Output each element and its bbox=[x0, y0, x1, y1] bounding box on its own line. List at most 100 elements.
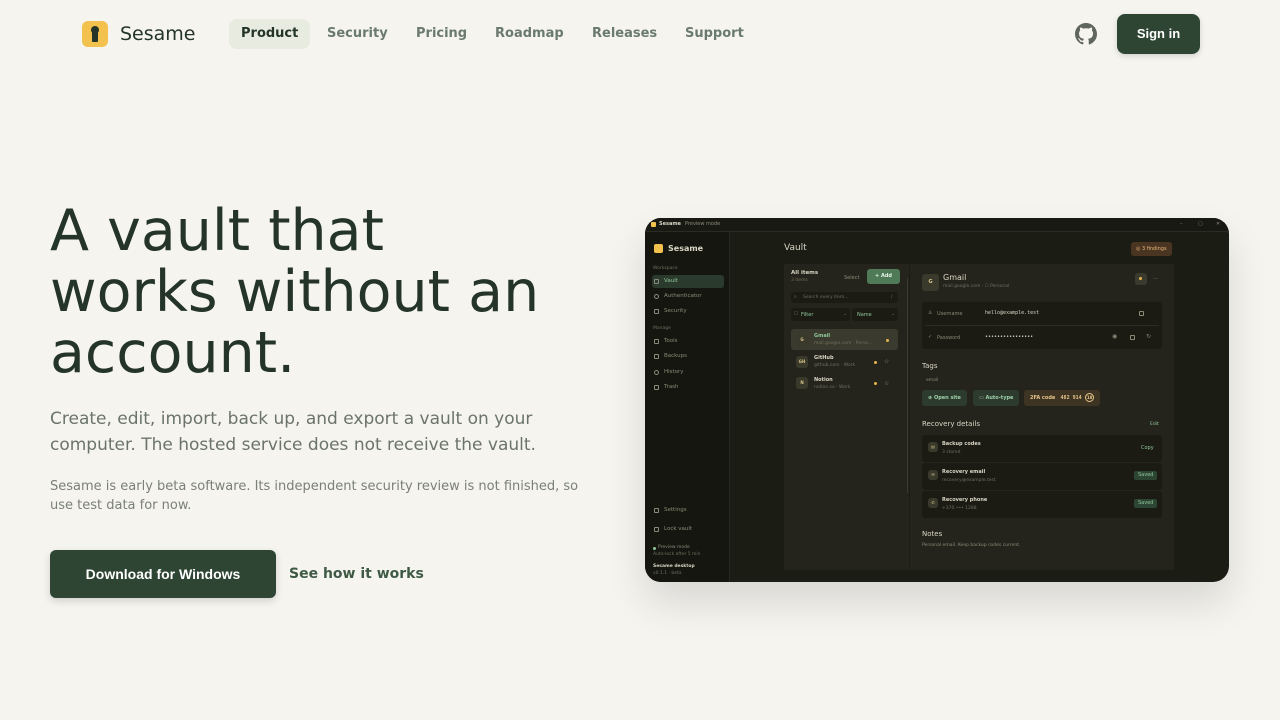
settings-icon bbox=[654, 508, 659, 513]
autolock-label: Auto-lock after 5 min bbox=[653, 552, 701, 557]
password-label: Password bbox=[937, 335, 961, 341]
lock-icon bbox=[654, 527, 659, 532]
hero-subtitle: Create, edit, import, back up, and expor… bbox=[50, 409, 536, 455]
close-icon[interactable]: ✕ bbox=[1216, 221, 1220, 227]
desktop-label: Sesame desktop bbox=[653, 564, 695, 569]
generate-icon[interactable]: ↻ bbox=[1146, 333, 1151, 340]
detail-avatar: G bbox=[922, 274, 939, 291]
keyhole-logo-icon[interactable] bbox=[82, 21, 108, 47]
nav-roadmap[interactable]: Roadmap bbox=[483, 19, 576, 49]
maximize-icon[interactable]: ▢ bbox=[1198, 221, 1203, 227]
recovery-sub: recovery@example.test bbox=[942, 478, 996, 483]
sidebar-item-authenticator[interactable]: Authenticator bbox=[664, 293, 702, 299]
nav-releases[interactable]: Releases bbox=[580, 19, 669, 49]
list-item-name[interactable]: GitHub bbox=[814, 355, 834, 361]
sidebar-item-security[interactable]: Security bbox=[664, 308, 687, 314]
search-shortcut-key: / bbox=[891, 295, 893, 300]
authenticator-icon bbox=[654, 294, 659, 299]
sidebar-item-trash[interactable]: Trash bbox=[664, 384, 679, 390]
lock-vault-button[interactable]: Lock vault bbox=[664, 526, 692, 532]
trash-icon bbox=[654, 385, 659, 390]
username-value[interactable]: hello@example.test bbox=[985, 310, 1039, 316]
nav-product[interactable]: Product bbox=[229, 19, 311, 49]
list-item-sub: mail.google.com · Perso... bbox=[814, 341, 873, 346]
mail-icon: ✉ bbox=[928, 470, 938, 480]
favorite-dot-icon bbox=[1139, 277, 1142, 280]
favorite-dot-icon bbox=[874, 361, 877, 364]
sidebar-section-manage: Manage bbox=[653, 326, 671, 331]
credentials-divider bbox=[925, 325, 1159, 326]
filter-select[interactable] bbox=[791, 308, 850, 321]
twofa-code-chip[interactable]: 2FA code 482 914 18 bbox=[1024, 390, 1101, 406]
sign-in-button[interactable]: Sign in bbox=[1117, 14, 1200, 54]
tag-chip[interactable]: email bbox=[926, 378, 938, 383]
sidebar-item-vault[interactable]: Vault bbox=[664, 278, 678, 284]
shield-icon bbox=[654, 309, 659, 314]
sort-chevron-icon: ⌄ bbox=[891, 311, 896, 317]
eye-icon[interactable]: ◉ bbox=[1112, 333, 1117, 340]
search-icon: ⌕ bbox=[794, 294, 797, 300]
download-windows-button[interactable]: Download for Windows bbox=[50, 550, 276, 598]
hero-title: A vault that works without an account. bbox=[50, 198, 540, 386]
select-button[interactable]: Select bbox=[844, 275, 859, 281]
minimize-icon[interactable]: – bbox=[1180, 221, 1183, 227]
add-item-button[interactable]: + Add bbox=[867, 269, 900, 284]
open-site-button[interactable]: ⊕ Open site bbox=[922, 390, 967, 406]
filter-icon: ☐ bbox=[794, 311, 799, 317]
sidebar-item-tools[interactable]: Tools bbox=[664, 338, 678, 344]
saved-badge: Saved bbox=[1134, 471, 1158, 480]
recovery-title: Recovery details bbox=[922, 420, 981, 428]
twofa-code: 482 914 bbox=[1060, 395, 1082, 401]
filter-chevron-icon: ⌄ bbox=[843, 311, 848, 317]
notion-avatar: N bbox=[796, 377, 808, 389]
star-icon[interactable]: ☆ bbox=[884, 380, 889, 387]
document-icon: ▤ bbox=[928, 442, 938, 452]
backups-icon bbox=[654, 354, 659, 359]
twofa-timer: 18 bbox=[1085, 393, 1095, 402]
notes-title: Notes bbox=[922, 530, 943, 538]
list-item-name: Gmail bbox=[814, 333, 831, 339]
sidebar-active-highlight bbox=[652, 275, 724, 288]
recovery-edit-button[interactable]: Edit bbox=[1150, 422, 1159, 427]
nav-security[interactable]: Security bbox=[315, 19, 400, 49]
password-value[interactable]: •••••••••••••••• bbox=[985, 334, 1033, 340]
history-icon bbox=[654, 370, 659, 375]
twofa-label: 2FA code bbox=[1030, 395, 1056, 401]
recovery-row bbox=[922, 463, 1162, 490]
copy-password-icon[interactable] bbox=[1130, 335, 1135, 340]
recovery-row bbox=[922, 435, 1162, 462]
list-scrollbar[interactable] bbox=[907, 278, 908, 493]
saved-badge: Saved bbox=[1134, 499, 1158, 508]
recovery-row bbox=[922, 491, 1162, 518]
findings-badge[interactable]: ◎ 3 findings bbox=[1131, 242, 1172, 256]
notes-text: Personal email. Keep backup codes curren… bbox=[922, 543, 1021, 548]
favorite-dot-icon bbox=[886, 339, 889, 342]
sidebar-item-backups[interactable]: Backups bbox=[664, 353, 687, 359]
recovery-name: Recovery email bbox=[942, 469, 986, 475]
version-label: v0.1.1 · beta bbox=[653, 571, 682, 576]
more-options-icon[interactable]: ··· bbox=[1153, 276, 1158, 282]
brand-name[interactable]: Sesame bbox=[120, 22, 196, 46]
user-icon: ♙ bbox=[928, 310, 933, 316]
recovery-sub: +370 ••• 1288 bbox=[942, 506, 977, 511]
recovery-action[interactable]: Copy bbox=[1141, 445, 1154, 451]
sidebar-logo-icon bbox=[654, 244, 663, 253]
findings-text: 3 findings bbox=[1141, 246, 1167, 252]
star-icon[interactable]: ☆ bbox=[884, 358, 889, 365]
auto-type-button[interactable]: ▭ Auto-type bbox=[973, 390, 1020, 406]
github-icon[interactable] bbox=[1075, 23, 1097, 45]
list-item-name[interactable]: Notion bbox=[814, 377, 833, 383]
search-placeholder: Search every item... bbox=[803, 295, 849, 300]
list-item-sub: github.com · Work bbox=[814, 363, 856, 368]
titlebar-mode: Preview mode bbox=[685, 221, 721, 227]
nav-support[interactable]: Support bbox=[673, 19, 756, 49]
sort-label: Name bbox=[857, 312, 872, 318]
titlebar-app-name: Sesame bbox=[659, 221, 681, 227]
vault-title: Vault bbox=[784, 243, 807, 253]
copy-icon[interactable] bbox=[1139, 311, 1144, 316]
key-icon: ✓ bbox=[928, 334, 933, 340]
sidebar-settings[interactable]: Settings bbox=[664, 507, 687, 513]
nav-pricing[interactable]: Pricing bbox=[404, 19, 479, 49]
see-how-it-works-link[interactable]: See how it works bbox=[289, 565, 424, 583]
sidebar-item-history[interactable]: History bbox=[664, 369, 684, 375]
